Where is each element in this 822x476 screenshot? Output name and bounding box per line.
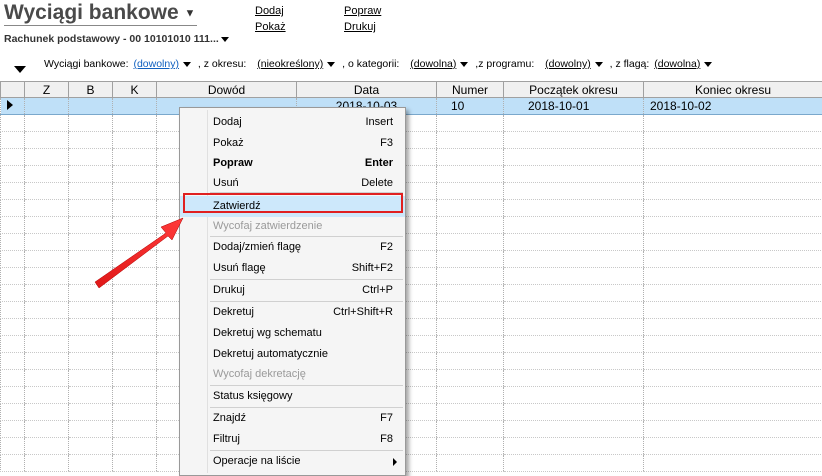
annotation-arrow-icon xyxy=(0,0,822,474)
